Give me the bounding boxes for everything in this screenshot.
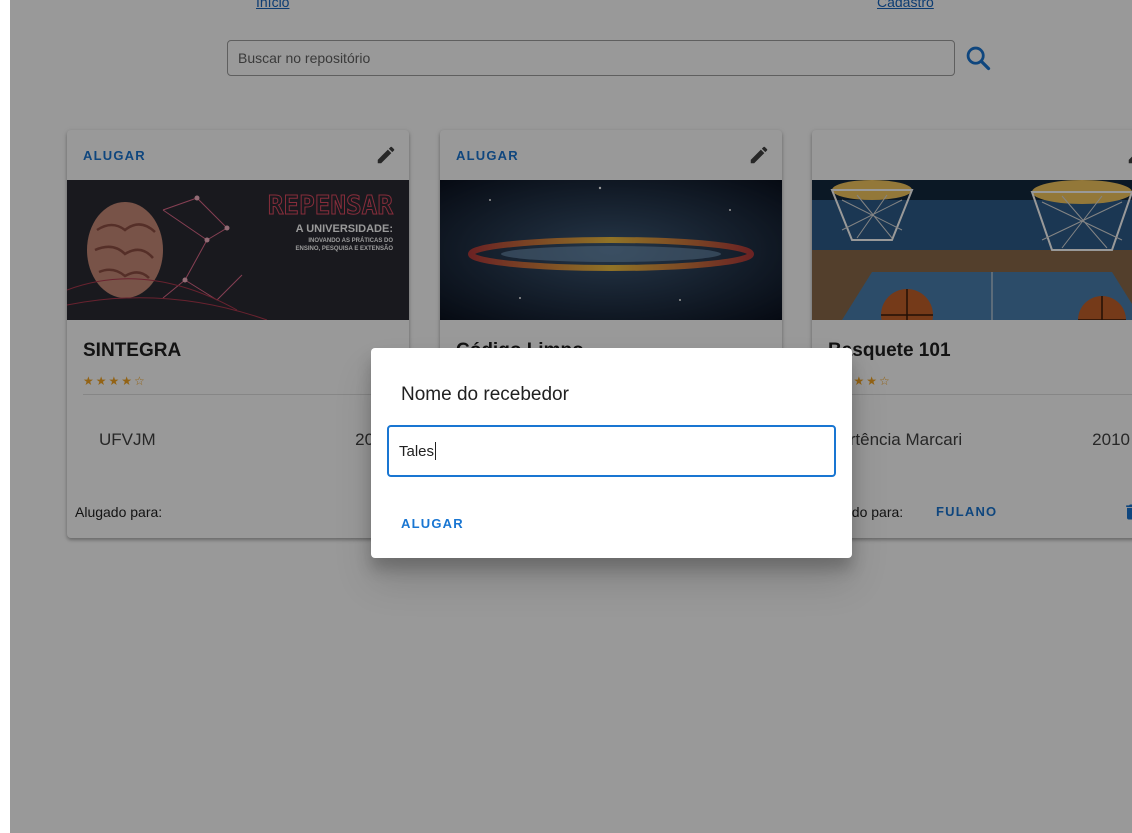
- recipient-dialog: Nome do recebedor Tales ALUGAR: [371, 348, 852, 558]
- text-caret: [435, 442, 437, 460]
- repository-page: Início Cadastro Buscar no repositório AL…: [0, 0, 1132, 833]
- confirm-rent-button[interactable]: ALUGAR: [401, 516, 464, 531]
- recipient-name-value: Tales: [399, 442, 435, 460]
- left-gutter: [0, 0, 10, 833]
- recipient-name-input[interactable]: Tales: [387, 425, 836, 477]
- dialog-title: Nome do recebedor: [401, 384, 569, 405]
